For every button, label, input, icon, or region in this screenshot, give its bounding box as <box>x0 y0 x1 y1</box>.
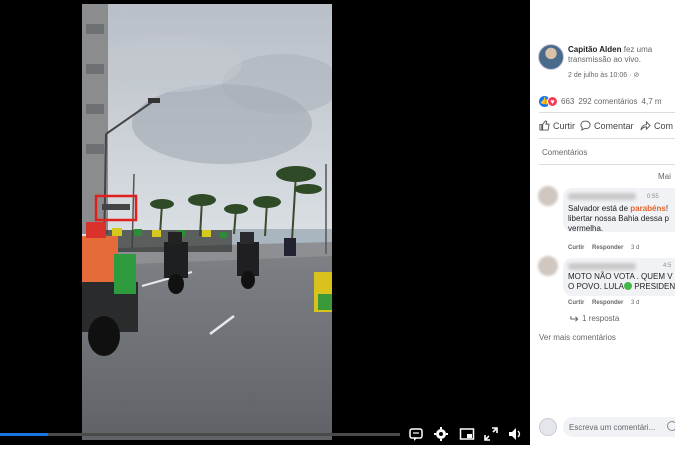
comment-video-time[interactable]: 4:5 <box>663 263 671 269</box>
thumbs-up-icon <box>539 120 550 131</box>
view-replies-link[interactable]: 1 resposta <box>570 314 619 323</box>
like-button-label: Curtir <box>553 120 575 131</box>
comment-text: Salvador está de parabéns! libertar noss… <box>568 204 675 234</box>
comment-highlight-word: parabéns <box>630 204 666 213</box>
more-comments-link[interactable]: Ver mais comentários <box>539 333 616 342</box>
commenter-avatar[interactable] <box>538 186 558 206</box>
divider <box>539 138 675 139</box>
post-timestamp[interactable]: 2 de julho às 10:06 · ⊘ <box>568 71 639 79</box>
comment-text-part: ! <box>665 204 669 213</box>
post-header: Capitão Alden fez uma transmissão ao viv… <box>568 45 675 65</box>
view-count: 4,7 m <box>641 96 662 106</box>
reactions-summary[interactable]: 👍 ♥ 663 292 comentários 4,7 m <box>539 95 662 107</box>
reaction-count[interactable]: 663 <box>561 97 574 106</box>
comment-icon <box>580 120 591 131</box>
video-scene-image <box>82 4 332 440</box>
divider <box>539 112 675 113</box>
emoji-icon[interactable] <box>667 421 675 431</box>
share-button[interactable]: Com <box>640 120 673 131</box>
author-name[interactable]: Capitão Alden <box>568 45 621 54</box>
comment-count[interactable]: 292 comentários <box>578 97 637 106</box>
current-user-avatar <box>539 418 557 436</box>
comment-button[interactable]: Comentar <box>580 120 634 131</box>
love-reaction-icon: ♥ <box>547 95 558 107</box>
screenshot-root: Capitão Alden fez uma transmissão ao viv… <box>0 0 675 450</box>
comment-age[interactable]: 3 d <box>631 300 639 306</box>
captions-icon[interactable] <box>408 426 424 442</box>
post-side-panel: Capitão Alden fez uma transmissão ao viv… <box>530 0 675 450</box>
comment-reply-link[interactable]: Responder <box>592 300 623 306</box>
comment-like-link[interactable]: Curtir <box>568 245 584 251</box>
video-player[interactable] <box>0 0 530 445</box>
comment-reply-link[interactable]: Responder <box>592 245 623 251</box>
comment-text-part: Salvador está de <box>568 204 631 213</box>
replies-label: 1 resposta <box>582 314 620 323</box>
comment-text-line: MOTO NÃO VOTA . QUEM V <box>568 272 673 281</box>
comment-text-line: libertar nossa Bahia dessa p <box>568 214 669 223</box>
like-button[interactable]: Curtir <box>539 120 575 131</box>
reply-arrow-icon <box>570 315 579 322</box>
share-button-label: Com <box>654 120 674 131</box>
comment-actions: Curtir Responder 3 d <box>568 245 645 251</box>
pip-icon[interactable] <box>459 426 475 442</box>
video-frame <box>82 4 332 440</box>
comments-section-label: Comentários <box>542 148 588 157</box>
comment-text-part: O POVO. LULA <box>568 282 625 291</box>
commenter-name-blurred[interactable] <box>568 193 636 200</box>
comment-button-label: Comentar <box>594 120 634 131</box>
settings-icon[interactable] <box>433 426 449 442</box>
comment-text-line: vermelha. <box>568 224 604 233</box>
comment-age[interactable]: 3 d <box>631 245 639 251</box>
comment-text-part: PRESIDEN <box>632 282 675 291</box>
video-progress-fill <box>0 433 48 436</box>
commenter-name-blurred[interactable] <box>568 263 636 270</box>
commenter-avatar[interactable] <box>538 256 558 276</box>
comment-actions: Curtir Responder 3 d <box>568 300 645 306</box>
comment-like-link[interactable]: Curtir <box>568 300 584 306</box>
fullscreen-icon[interactable] <box>483 426 499 442</box>
divider <box>539 164 675 165</box>
green-heart-emoji-icon <box>624 282 633 290</box>
comment-text: MOTO NÃO VOTA . QUEM V O POVO. LULA PRES… <box>568 272 675 292</box>
comment-input[interactable] <box>563 417 675 437</box>
volume-icon[interactable] <box>507 426 523 442</box>
author-avatar[interactable] <box>538 44 564 70</box>
comment-video-time[interactable]: 0:55 <box>647 194 659 200</box>
share-icon <box>640 120 651 131</box>
video-progress-bar[interactable] <box>0 433 400 436</box>
comment-sort-dropdown[interactable]: Mai <box>658 172 671 181</box>
